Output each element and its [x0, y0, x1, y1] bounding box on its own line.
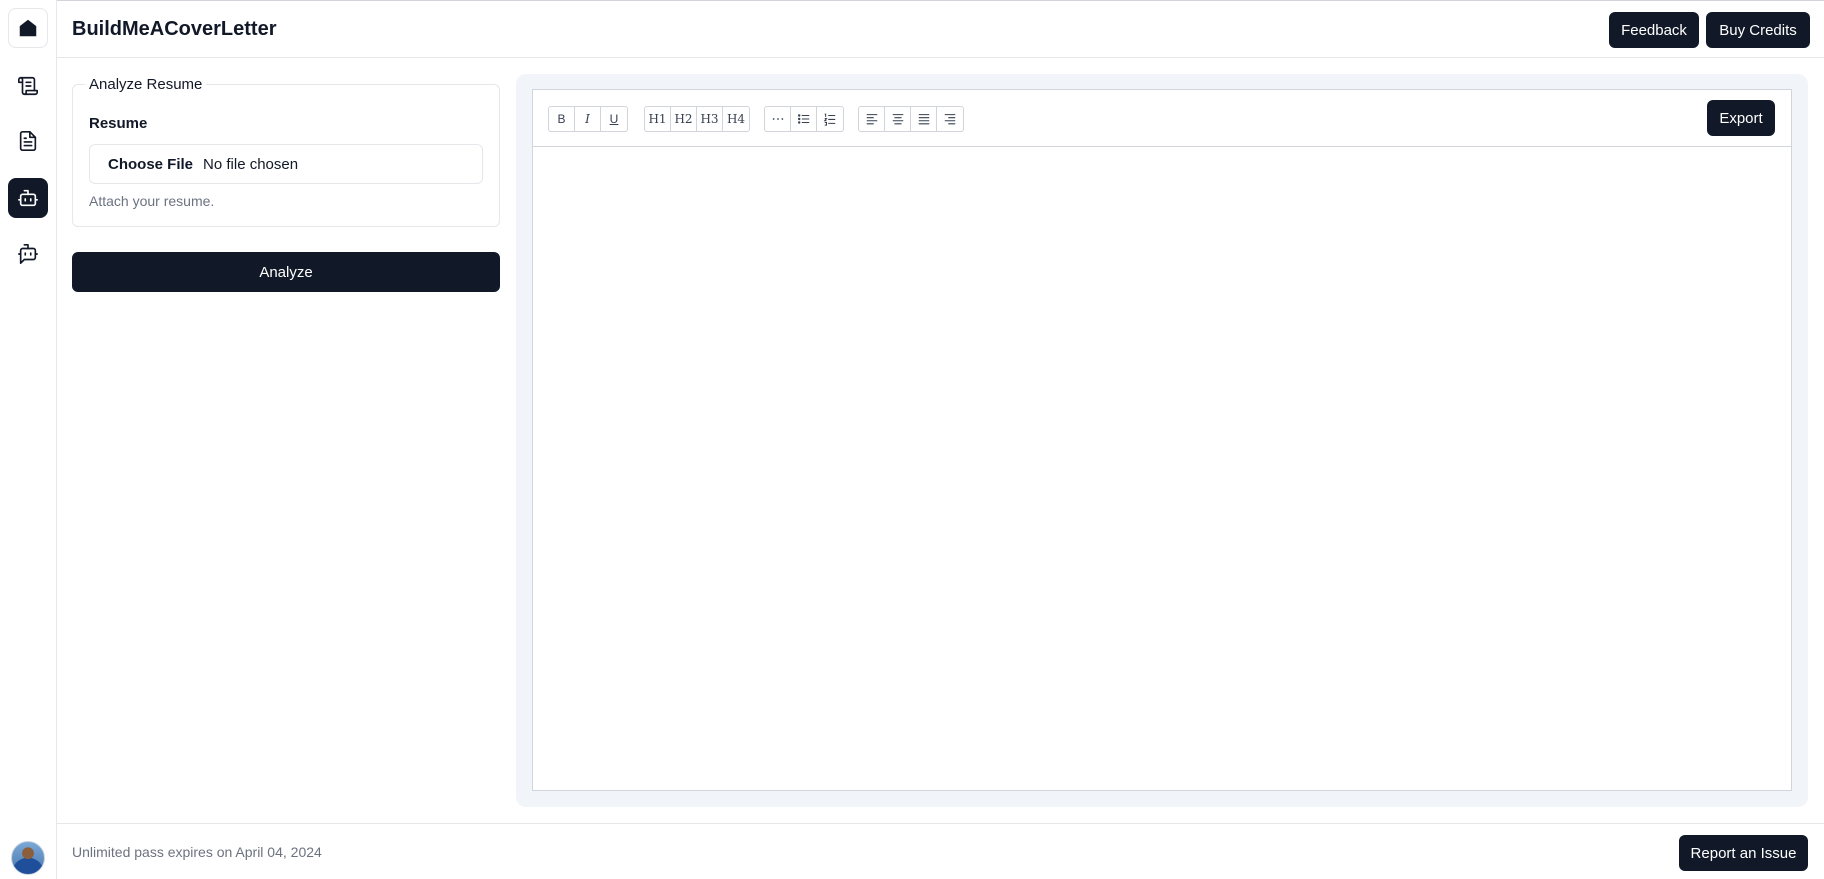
- sidebar-item-document[interactable]: [8, 121, 48, 161]
- heading-1-button[interactable]: H1: [645, 107, 671, 131]
- bullet-list-button[interactable]: [791, 107, 817, 131]
- sidebar: [0, 0, 57, 879]
- editor-panel: B I U H1 H2 H3 H4 Export: [516, 74, 1808, 807]
- italic-button[interactable]: I: [575, 107, 601, 131]
- resume-file-input[interactable]: Choose File No file chosen: [89, 144, 483, 184]
- file-status: No file chosen: [203, 155, 299, 173]
- avatar[interactable]: [11, 841, 45, 875]
- resume-help-text: Attach your resume.: [89, 193, 215, 209]
- scroll-icon: [18, 76, 38, 96]
- align-justify-button[interactable]: [911, 107, 937, 131]
- rich-text-editor: B I U H1 H2 H3 H4 Export: [532, 89, 1792, 791]
- ellipsis-icon: [772, 118, 783, 120]
- heading-3-button[interactable]: H3: [697, 107, 723, 131]
- list-group: [764, 106, 844, 132]
- editor-toolbar: B I U H1 H2 H3 H4 Export: [533, 90, 1791, 147]
- document-icon: [19, 131, 37, 151]
- bot-message-icon: [18, 244, 38, 264]
- buy-credits-button[interactable]: Buy Credits: [1706, 12, 1810, 48]
- align-center-icon: [892, 114, 903, 125]
- align-left-button[interactable]: [859, 107, 885, 131]
- heading-4-button[interactable]: H4: [723, 107, 749, 131]
- numbered-list-button[interactable]: [817, 107, 843, 131]
- editor-content-area[interactable]: [533, 147, 1791, 790]
- app-title: BuildMeACoverLetter: [72, 18, 277, 40]
- align-right-button[interactable]: [937, 107, 963, 131]
- numbered-list-icon: [823, 113, 836, 126]
- align-center-button[interactable]: [885, 107, 911, 131]
- more-button[interactable]: [765, 107, 791, 131]
- sidebar-item-bot-message[interactable]: [8, 234, 48, 274]
- sidebar-item-scroll[interactable]: [8, 66, 48, 106]
- analyze-button[interactable]: Analyze: [72, 252, 500, 292]
- align-right-icon: [944, 114, 956, 125]
- format-group: B I U: [548, 106, 628, 132]
- heading-2-button[interactable]: H2: [671, 107, 697, 131]
- choose-file-button[interactable]: Choose File: [108, 156, 193, 173]
- feedback-button[interactable]: Feedback: [1609, 12, 1699, 48]
- align-group: [858, 106, 964, 132]
- report-issue-button[interactable]: Report an Issue: [1679, 835, 1808, 871]
- bot-icon: [18, 189, 38, 207]
- analyze-resume-fieldset: Analyze Resume Resume Choose File No fil…: [72, 76, 500, 227]
- home-icon: [19, 19, 37, 37]
- sidebar-item-bot[interactable]: [8, 178, 48, 218]
- bold-button[interactable]: B: [549, 107, 575, 131]
- pass-expiry-text: Unlimited pass expires on April 04, 2024: [72, 844, 322, 860]
- export-button[interactable]: Export: [1707, 100, 1775, 136]
- align-left-icon: [866, 114, 877, 125]
- heading-group: H1 H2 H3 H4: [644, 106, 750, 132]
- footer: Unlimited pass expires on April 04, 2024…: [57, 823, 1824, 879]
- fieldset-legend: Analyze Resume: [85, 76, 207, 93]
- resume-label: Resume: [89, 115, 148, 132]
- header: BuildMeACoverLetter Feedback Buy Credits: [57, 0, 1824, 58]
- sidebar-item-home[interactable]: [8, 8, 48, 48]
- underline-button[interactable]: U: [601, 107, 627, 131]
- align-justify-icon: [918, 114, 929, 125]
- bullet-list-icon: [797, 114, 809, 124]
